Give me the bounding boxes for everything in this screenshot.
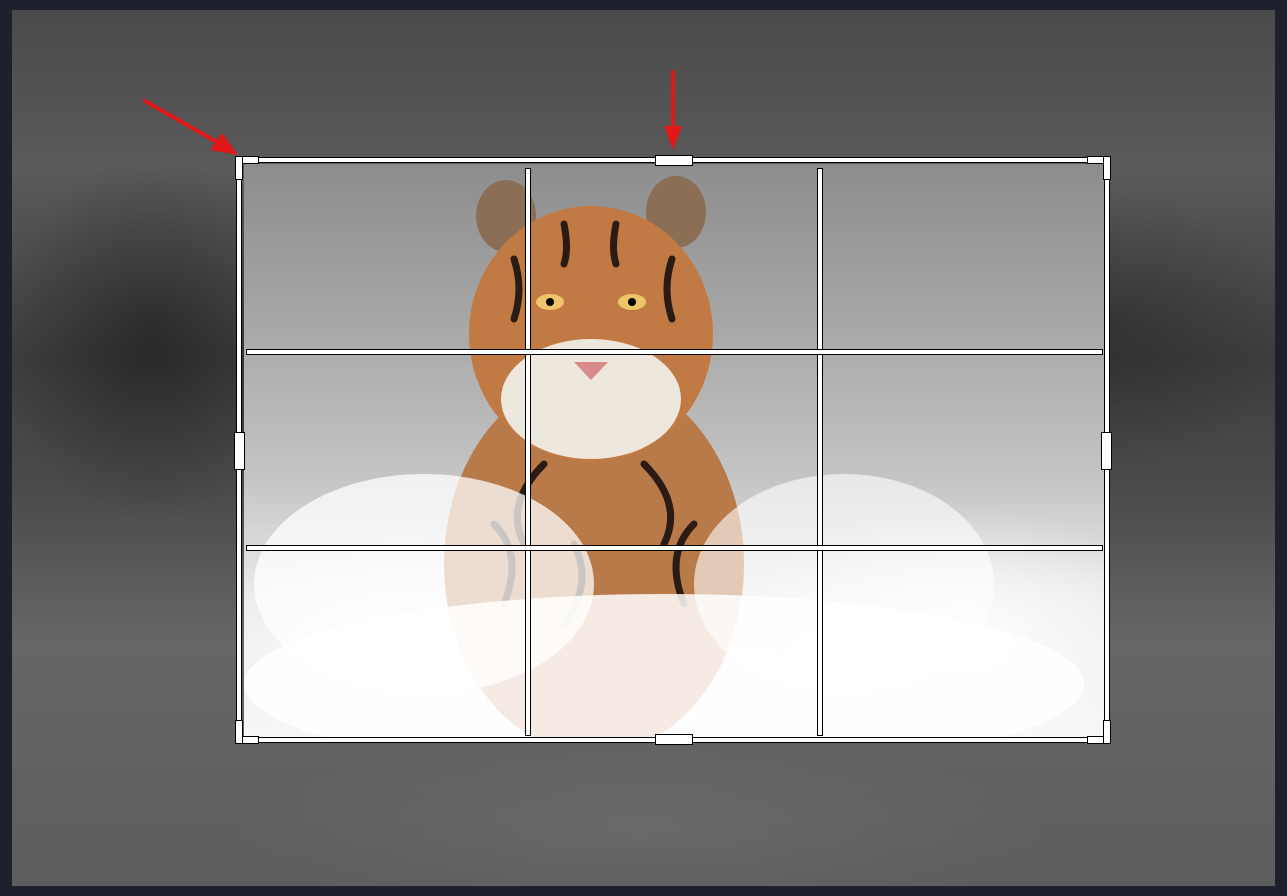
grid-line-vertical-1 — [525, 168, 531, 736]
red-arrow-icon — [143, 99, 238, 155]
tiger-photo — [244, 176, 1084, 738]
crop-area-image[interactable] — [244, 164, 1105, 738]
bottom-right-corner-handle[interactable] — [1087, 720, 1111, 744]
bottom-edge-handle[interactable] — [655, 734, 693, 745]
top-right-corner-handle[interactable] — [1087, 156, 1111, 180]
grid-line-vertical-2 — [817, 168, 823, 736]
grid-line-horizontal-1 — [246, 349, 1103, 355]
right-edge-handle[interactable] — [1101, 432, 1112, 470]
grid-line-horizontal-2 — [246, 545, 1103, 551]
bottom-left-corner-handle[interactable] — [235, 720, 259, 744]
left-edge-handle[interactable] — [234, 432, 245, 470]
top-edge-handle[interactable] — [655, 155, 693, 166]
red-arrow-icon — [664, 70, 682, 150]
